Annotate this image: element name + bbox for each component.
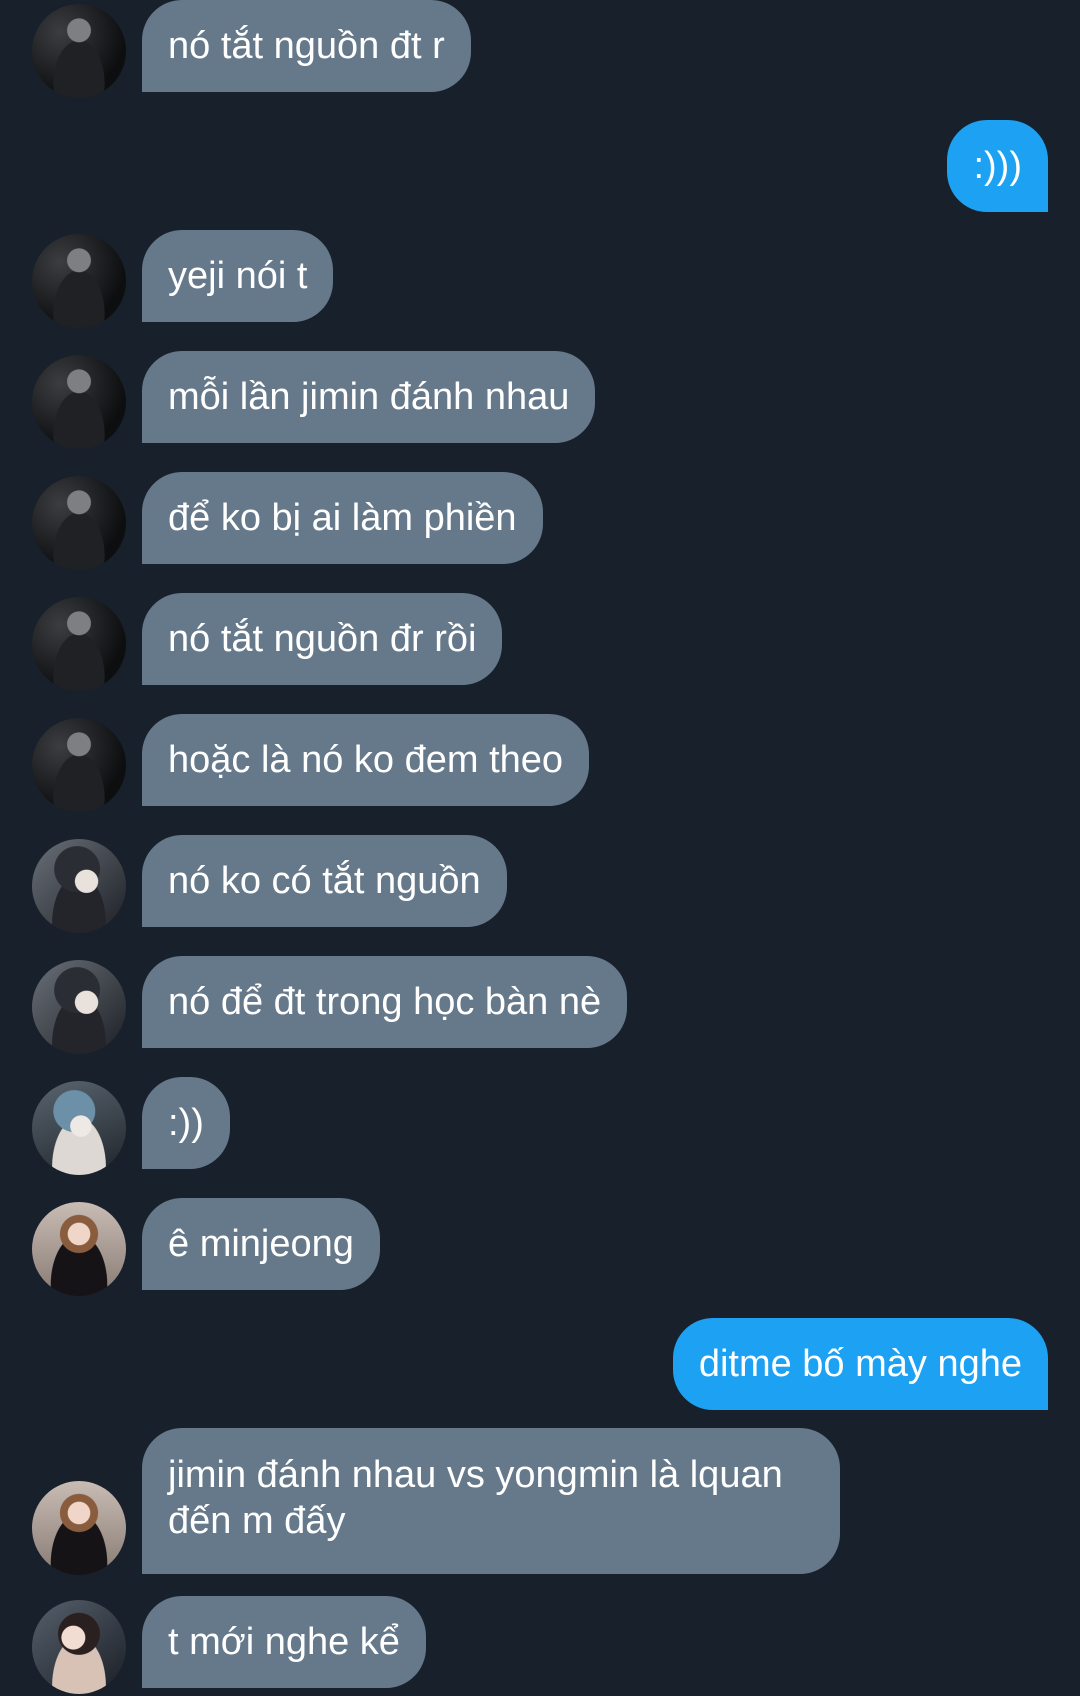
user-avatar-dark[interactable] xyxy=(32,718,126,812)
chat-thread[interactable]: nó tắt nguồn đt r :))) yeji nói t mỗi lầ… xyxy=(0,0,1080,1696)
message-bubble[interactable]: để ko bị ai làm phiền xyxy=(142,472,543,564)
user-avatar-dark[interactable] xyxy=(32,597,126,691)
message-bubble[interactable]: :)) xyxy=(142,1077,230,1169)
message-bubble[interactable]: ditme bố mày nghe xyxy=(672,1318,1048,1410)
message-bubble[interactable]: t mới nghe kể xyxy=(142,1596,426,1688)
message-bubble[interactable]: nó để đt trong học bàn nè xyxy=(142,956,628,1048)
user-avatar-boy[interactable] xyxy=(32,960,126,1054)
user-avatar-boy[interactable] xyxy=(32,839,126,933)
user-avatar-girl[interactable] xyxy=(32,1481,126,1575)
message-bubble[interactable]: nó tắt nguồn đr rồi xyxy=(142,593,503,685)
user-avatar-girl[interactable] xyxy=(32,1202,126,1296)
user-avatar-dark[interactable] xyxy=(32,4,126,98)
message-bubble[interactable]: ê minjeong xyxy=(142,1198,380,1290)
user-avatar-dark[interactable] xyxy=(32,355,126,449)
message-bubble[interactable]: :))) xyxy=(947,120,1048,212)
user-avatar-dark[interactable] xyxy=(32,476,126,570)
message-bubble[interactable]: hoặc là nó ko đem theo xyxy=(142,714,590,806)
user-avatar-blue-hair[interactable] xyxy=(32,1081,126,1175)
message-bubble[interactable]: yeji nói t xyxy=(142,230,334,322)
message-bubble[interactable]: nó ko có tắt nguồn xyxy=(142,835,507,927)
message-bubble[interactable]: mỗi lần jimin đánh nhau xyxy=(142,351,596,443)
message-bubble[interactable]: jimin đánh nhau vs yongmin là lquan đến … xyxy=(142,1428,840,1574)
message-bubble[interactable]: nó tắt nguồn đt r xyxy=(142,0,471,92)
user-avatar-girl-2[interactable] xyxy=(32,1600,126,1694)
user-avatar-dark[interactable] xyxy=(32,234,126,328)
